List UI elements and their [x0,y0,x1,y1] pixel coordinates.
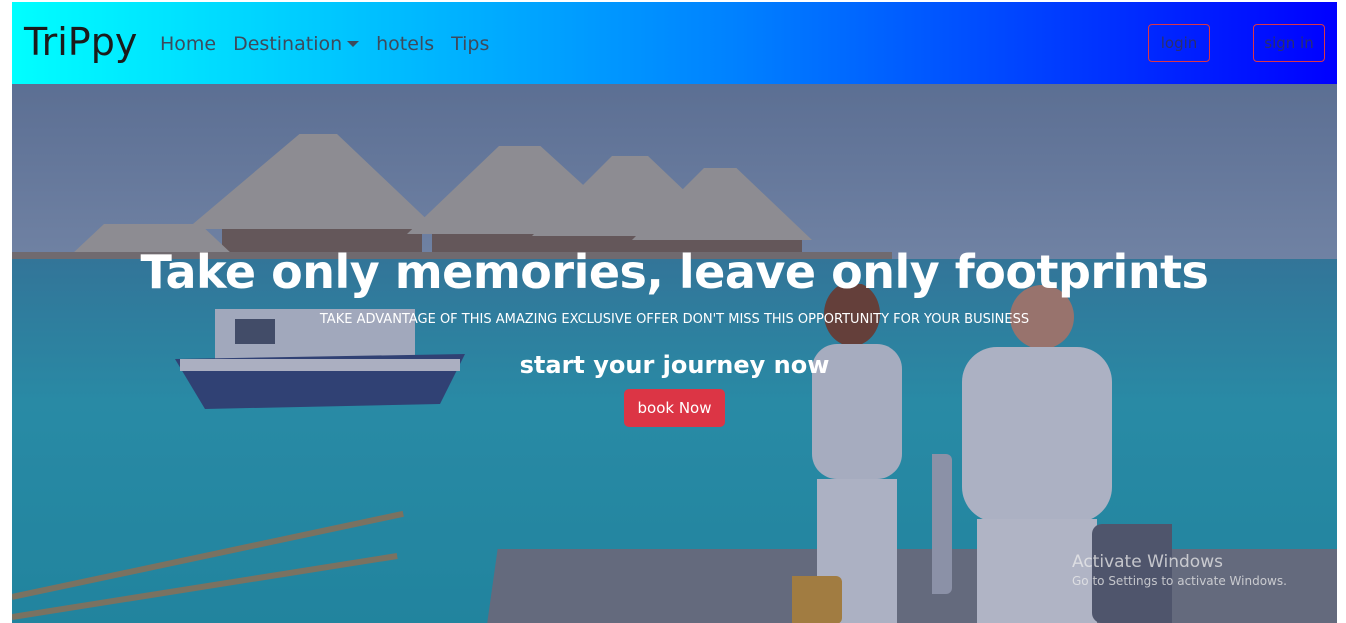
hero-subtitle: TAKE ADVANTAGE OF THIS AMAZING EXCLUSIVE… [319,312,1030,327]
sign-in-button[interactable]: sign in [1253,24,1325,62]
nav-link-tips[interactable]: Tips [451,31,489,57]
hero-section: Take only memories, leave only footprint… [12,84,1337,623]
watermark-title: Activate Windows [1072,552,1223,572]
nav-link-destination[interactable]: Destination [233,31,360,57]
nav-link-destination-label: Destination [233,33,343,55]
brand-logo[interactable]: TriPpy [24,20,137,64]
watermark-subtitle: Go to Settings to activate Windows. [1072,574,1287,588]
nav-link-hotels[interactable]: hotels [376,31,434,57]
windows-activation-watermark: Activate Windows Go to Settings to activ… [1072,551,1287,589]
nav-links: Home Destination hotels Tips [160,31,489,57]
chevron-down-icon [347,41,360,47]
hero-cta-text: start your journey now [519,351,830,379]
hero-title: Take only memories, leave only footprint… [140,245,1209,299]
book-now-button[interactable]: book Now [624,389,725,427]
nav-link-home[interactable]: Home [160,31,216,57]
page: TriPpy Home Destination hotels Tips logi… [12,2,1337,623]
navbar: TriPpy Home Destination hotels Tips logi… [12,2,1337,84]
login-button[interactable]: login [1148,24,1210,62]
